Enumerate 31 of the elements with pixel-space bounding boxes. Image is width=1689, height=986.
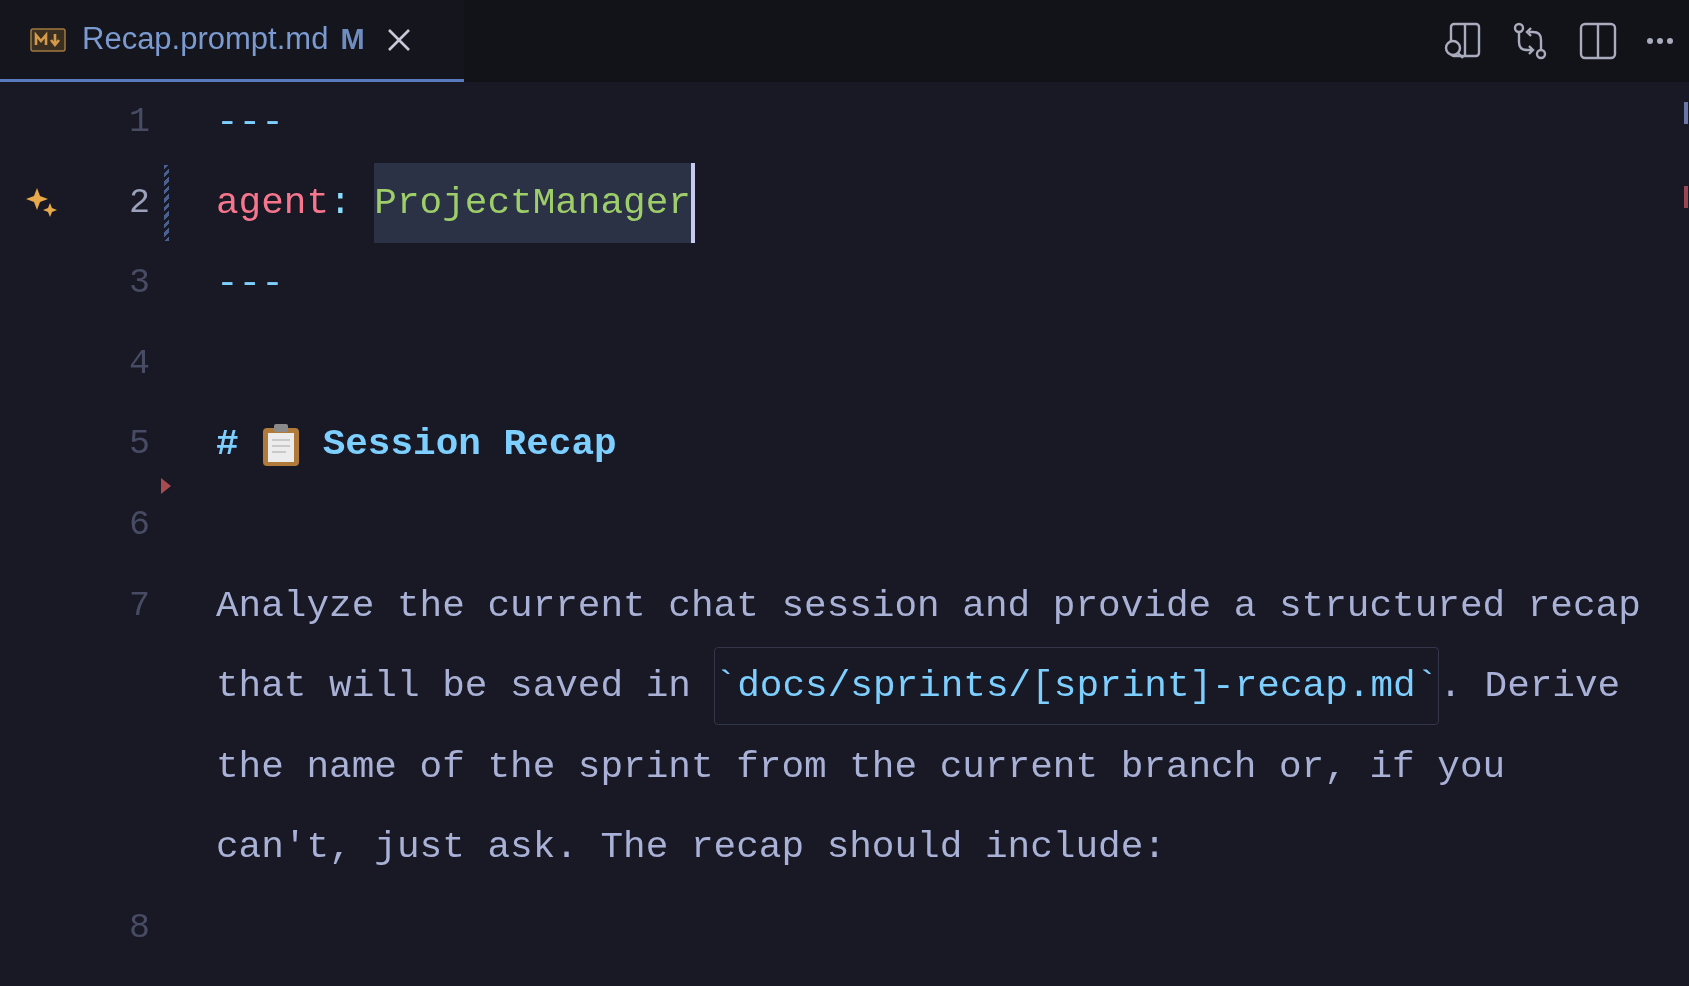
inline-code: `docs/sprints/[sprint]-recap.md` bbox=[713, 647, 1440, 726]
heading-text: # bbox=[216, 422, 239, 468]
markdown-icon bbox=[30, 27, 66, 52]
line-number: 8 bbox=[129, 908, 150, 948]
frontmatter-delimiter: --- bbox=[216, 100, 284, 145]
paragraph-text: can't, just ask. The recap should include: bbox=[216, 825, 1166, 871]
paragraph-text: Analyze the current chat session and provide a structured recap bbox=[216, 583, 1641, 629]
paragraph-text: that will be saved in bbox=[216, 664, 692, 710]
scroll-marker bbox=[1684, 102, 1688, 124]
paragraph-text: . Derive bbox=[1439, 664, 1621, 710]
heading-text: Session Recap bbox=[322, 422, 617, 468]
deleted-lines-marker[interactable] bbox=[160, 476, 172, 495]
line-number: 2 bbox=[129, 182, 150, 223]
modified-status: M bbox=[340, 21, 365, 57]
split-editor-icon[interactable] bbox=[1577, 20, 1619, 62]
paragraph-text: the name of the sprint from the current branch or, if you bbox=[216, 744, 1506, 790]
line-number: 4 bbox=[129, 343, 150, 384]
line-number: 6 bbox=[129, 505, 150, 545]
line-number: 5 bbox=[129, 424, 150, 465]
line-number: 7 bbox=[129, 585, 150, 626]
line-number: 3 bbox=[129, 263, 150, 304]
clipboard-icon bbox=[260, 422, 301, 467]
scroll-marker bbox=[1684, 186, 1688, 208]
yaml-key: agent bbox=[216, 174, 330, 232]
tab-title: Recap.prompt.md bbox=[82, 20, 329, 59]
yaml-value: ProjectManager bbox=[374, 162, 695, 243]
frontmatter-delimiter: --- bbox=[216, 261, 284, 307]
yaml-colon: : bbox=[329, 180, 353, 226]
line-number: 1 bbox=[129, 102, 150, 143]
editor-tab[interactable]: Recap.prompt.md M bbox=[0, 0, 464, 82]
more-actions-icon[interactable] bbox=[1645, 36, 1675, 46]
